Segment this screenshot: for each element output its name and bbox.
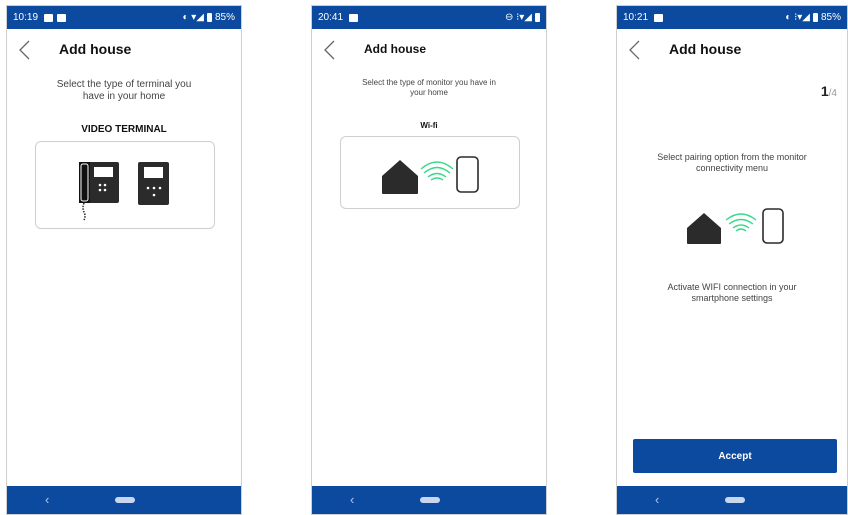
phone-screen-pairing-step: 10:21 ◐ ⁝▾◢ 85% Add house 1/4 Select pai… <box>616 5 848 515</box>
video-monitor-icon <box>138 162 169 205</box>
smartphone-icon <box>762 208 784 244</box>
app-bar: Add house <box>617 29 847 71</box>
battery-level: 85% <box>214 12 235 23</box>
signal-icon: ◐ ▾◢ <box>182 12 204 23</box>
back-arrow-icon[interactable] <box>627 39 643 61</box>
monitor-type-description: Select the type of monitor you have in y… <box>362 78 496 97</box>
system-back-button[interactable]: ‹ <box>45 492 49 507</box>
status-indicators: ◐ ▾◢ 85% <box>182 12 235 23</box>
system-navigation-bar: ‹ <box>617 486 847 514</box>
notification-icon <box>654 13 664 22</box>
house-icon <box>687 213 721 244</box>
system-home-button[interactable] <box>115 497 135 503</box>
system-home-button[interactable] <box>725 497 745 503</box>
status-time: 10:19 <box>13 12 39 23</box>
app-bar: Add house <box>7 29 241 71</box>
signal-icon: ⊖ ⁝▾◢ <box>504 12 532 23</box>
notification-icon <box>57 13 67 22</box>
wifi-monitor-option[interactable] <box>340 136 520 209</box>
wifi-label: Wi-fi <box>420 121 438 130</box>
status-time: 20:41 <box>318 12 344 23</box>
page-title: Add house <box>59 41 132 57</box>
system-home-button[interactable] <box>420 497 440 503</box>
step-indicator: 1/4 <box>821 83 837 99</box>
system-navigation-bar: ‹ <box>312 486 546 514</box>
system-navigation-bar: ‹ <box>7 486 241 514</box>
house-wifi-phone-illustration <box>382 156 479 194</box>
step-current: 1 <box>820 83 829 99</box>
phone-screen-monitor-type: 20:41 ⊖ ⁝▾◢ Add house Select the type of… <box>311 5 547 515</box>
video-terminal-option[interactable] <box>35 141 215 229</box>
terminal-type-description: Select the type of terminal you have in … <box>56 79 192 102</box>
smartphone-icon <box>456 156 479 193</box>
page-title: Add house <box>669 41 742 57</box>
back-arrow-icon[interactable] <box>322 39 338 61</box>
intercom-handset-icon <box>79 162 119 221</box>
signal-icon: ◐ ⁝▾◢ <box>785 12 810 23</box>
pairing-instruction: Select pairing option from the monitor c… <box>657 152 807 173</box>
system-back-button[interactable]: ‹ <box>350 492 354 507</box>
wifi-activation-instruction: Activate WIFI connection in your smartph… <box>667 282 797 303</box>
house-icon <box>382 160 418 194</box>
wifi-signal-icon <box>725 213 757 232</box>
app-bar: Add house <box>312 29 546 71</box>
battery-icon <box>206 13 212 22</box>
battery-icon <box>535 13 540 22</box>
battery-icon <box>812 13 818 22</box>
video-terminal-label: VIDEO TERMINAL <box>81 124 167 135</box>
notification-icon <box>44 13 54 22</box>
phone-screen-terminal-type: 10:19 ◐ ▾◢ 85% Add house Select the type… <box>6 5 242 515</box>
accept-button[interactable]: Accept <box>633 439 837 473</box>
battery-level: 85% <box>820 12 841 23</box>
status-bar: 10:21 ◐ ⁝▾◢ 85% <box>617 6 847 29</box>
page-title: Add house <box>364 42 426 56</box>
step-total: /4 <box>828 88 837 99</box>
notification-icon <box>349 13 359 22</box>
status-indicators: ⊖ ⁝▾◢ <box>505 12 540 23</box>
status-bar: 10:19 ◐ ▾◢ 85% <box>7 6 241 29</box>
status-bar: 20:41 ⊖ ⁝▾◢ <box>312 6 546 29</box>
house-wifi-phone-illustration <box>687 208 784 244</box>
wifi-signal-icon <box>420 161 454 181</box>
system-back-button[interactable]: ‹ <box>655 492 659 507</box>
status-indicators: ◐ ⁝▾◢ 85% <box>785 12 841 23</box>
status-time: 10:21 <box>623 12 649 23</box>
back-arrow-icon[interactable] <box>17 39 33 61</box>
